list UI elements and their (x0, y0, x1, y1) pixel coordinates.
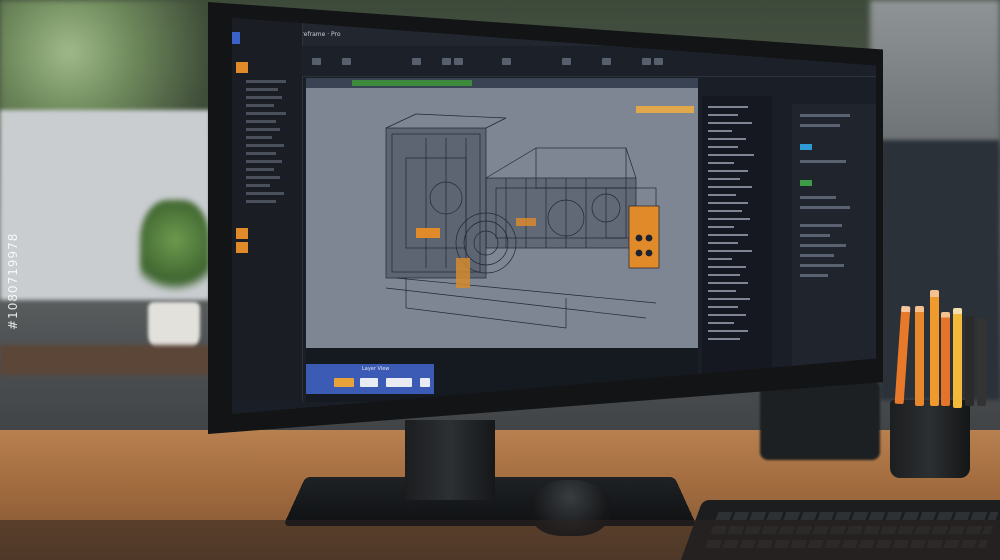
tree-item[interactable] (246, 144, 284, 147)
stock-id-watermark: #1080719978 (6, 232, 20, 330)
tree-item[interactable] (246, 96, 282, 99)
wireframe-machine-model[interactable] (306, 78, 698, 348)
toolbar-icon[interactable] (442, 58, 451, 65)
desk-shadow (0, 520, 1000, 560)
property-row[interactable] (800, 274, 828, 277)
property-row[interactable] (800, 264, 844, 267)
property-row[interactable] (800, 114, 850, 117)
tool-icon-orange[interactable] (236, 62, 248, 73)
pencil-yellow (953, 308, 962, 408)
timeline-chip[interactable] (360, 378, 378, 387)
property-row[interactable] (800, 224, 842, 227)
monitor-stand-neck (405, 420, 495, 500)
pencil-dark (965, 316, 974, 406)
3d-viewport[interactable] (306, 78, 698, 348)
timeline-chip-label: Layer View (362, 366, 390, 372)
property-row[interactable] (800, 254, 834, 257)
timeline-chip[interactable] (386, 378, 412, 387)
tree-item[interactable] (246, 88, 278, 91)
property-row[interactable] (800, 124, 840, 127)
tool-icon-orange[interactable] (236, 228, 248, 239)
orange-panel (628, 205, 660, 269)
tree-item[interactable] (246, 152, 276, 155)
background-shelf (0, 345, 220, 375)
tree-item[interactable] (246, 128, 280, 131)
tree-item[interactable] (246, 176, 280, 179)
toolbar-icon[interactable] (642, 58, 651, 65)
toolbar-icon[interactable] (342, 58, 351, 65)
toolbar-icon[interactable] (602, 58, 611, 65)
toolbar-icon[interactable] (412, 58, 421, 65)
tree-item[interactable] (246, 104, 274, 107)
pencil-cup (890, 400, 970, 478)
tree-item[interactable] (246, 168, 274, 171)
property-toggle[interactable] (800, 180, 812, 186)
timeline-chip[interactable] (420, 378, 430, 387)
keyboard-key-row (715, 512, 999, 520)
pencil-dark (977, 318, 986, 406)
tree-item[interactable] (246, 200, 276, 203)
pencil-orange (930, 290, 939, 406)
tree-item[interactable] (246, 184, 270, 187)
plant (140, 200, 210, 300)
property-toggle[interactable] (800, 144, 812, 150)
property-row[interactable] (800, 206, 850, 209)
tree-item[interactable] (246, 136, 272, 139)
tree-item[interactable] (246, 120, 276, 123)
property-row[interactable] (800, 196, 836, 199)
property-row[interactable] (800, 160, 846, 163)
timeline-chip[interactable] (334, 378, 354, 387)
toolbar-icon[interactable] (654, 58, 663, 65)
background-right (870, 0, 1000, 150)
toolbar-icon[interactable] (454, 58, 463, 65)
tree-item[interactable] (246, 80, 286, 83)
tree-item[interactable] (246, 192, 284, 195)
toolbar-icon[interactable] (312, 58, 321, 65)
toolbar-icon[interactable] (502, 58, 511, 65)
property-row[interactable] (800, 244, 846, 247)
monitor-screen: Wireframe · Pro Layer View (232, 18, 876, 414)
speaker (760, 380, 880, 460)
pencil-orange (941, 312, 950, 406)
tree-item[interactable] (246, 112, 286, 115)
tool-icon-orange[interactable] (236, 242, 248, 253)
left-tool-panel (232, 18, 303, 414)
photo-scene: Wireframe · Pro Layer View #1080719978 (0, 0, 1000, 560)
properties-panel (792, 104, 876, 384)
code-output-panel (702, 96, 772, 396)
toolbar-icon[interactable] (562, 58, 571, 65)
tree-item[interactable] (246, 160, 282, 163)
pencil-orange (915, 306, 924, 406)
tool-icon-blue[interactable] (232, 32, 240, 44)
property-row[interactable] (800, 234, 830, 237)
